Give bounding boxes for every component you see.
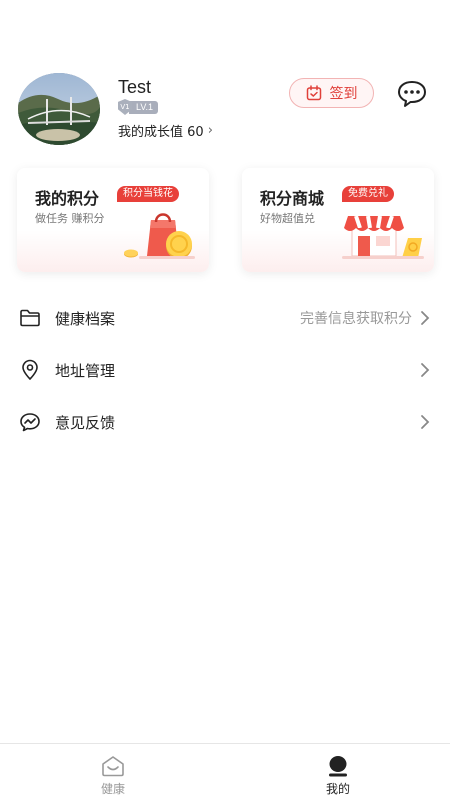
checkin-label: 签到: [329, 86, 358, 102]
level-badge: V1 LV.1: [118, 99, 159, 115]
username: Test: [118, 77, 152, 97]
tab-mine[interactable]: 我的: [278, 744, 398, 800]
health-home-icon: [102, 756, 124, 777]
card-tag: 免费兑礼: [342, 186, 394, 202]
tab-label: 健康: [100, 782, 125, 796]
checkin-button[interactable]: 签到: [289, 78, 374, 108]
card-subtitle: 做任务 赚积分: [35, 212, 105, 225]
menu-label: 健康档案: [55, 309, 116, 328]
menu-label: 地址管理: [55, 361, 116, 380]
avatar[interactable]: [18, 73, 100, 145]
feedback-chat-icon: [20, 413, 40, 432]
tab-health[interactable]: 健康: [53, 744, 173, 800]
chevron-right-icon: [421, 311, 430, 325]
card-title: 积分商城: [260, 189, 325, 208]
storefront-icon: [342, 208, 424, 268]
chevron-right-icon: [421, 363, 430, 377]
message-button[interactable]: [396, 79, 428, 109]
growth-value-link[interactable]: 我的成长值 60 ›: [118, 121, 213, 140]
points-mall-card[interactable]: 积分商城 免费兑礼 好物超值兑: [242, 168, 434, 272]
menu-label: 意见反馈: [55, 413, 116, 432]
card-title: 我的积分: [35, 189, 100, 208]
shopping-bag-coin-icon: [119, 208, 199, 268]
folder-icon: [20, 309, 40, 327]
tab-label: 我的: [325, 782, 350, 796]
chat-bubble-icon: [398, 81, 426, 107]
menu-list: 健康档案 完善信息获取积分 地址管理 意见反馈: [0, 292, 450, 448]
chevron-right-icon: [421, 415, 430, 429]
growth-value-label: 我的成长值 60: [118, 125, 204, 140]
calendar-check-icon: [306, 85, 321, 101]
card-tag: 积分当钱花: [117, 186, 179, 202]
menu-item-feedback[interactable]: 意见反馈: [0, 396, 450, 448]
bottom-tab-bar: 健康 我的: [0, 743, 450, 800]
menu-item-health-records[interactable]: 健康档案 完善信息获取积分: [0, 292, 450, 344]
menu-hint: 完善信息获取积分: [300, 311, 412, 327]
location-pin-icon: [22, 359, 38, 380]
menu-item-address[interactable]: 地址管理: [0, 344, 450, 396]
user-icon: [329, 756, 347, 777]
chevron-right-icon: ›: [207, 123, 213, 138]
my-points-card[interactable]: 我的积分 积分当钱花 做任务 赚积分: [17, 168, 209, 272]
card-subtitle: 好物超值兑: [260, 212, 315, 225]
level-text: LV.1: [129, 100, 159, 114]
profile-header: Test V1 LV.1 我的成长值 60 › 签到: [18, 73, 432, 148]
